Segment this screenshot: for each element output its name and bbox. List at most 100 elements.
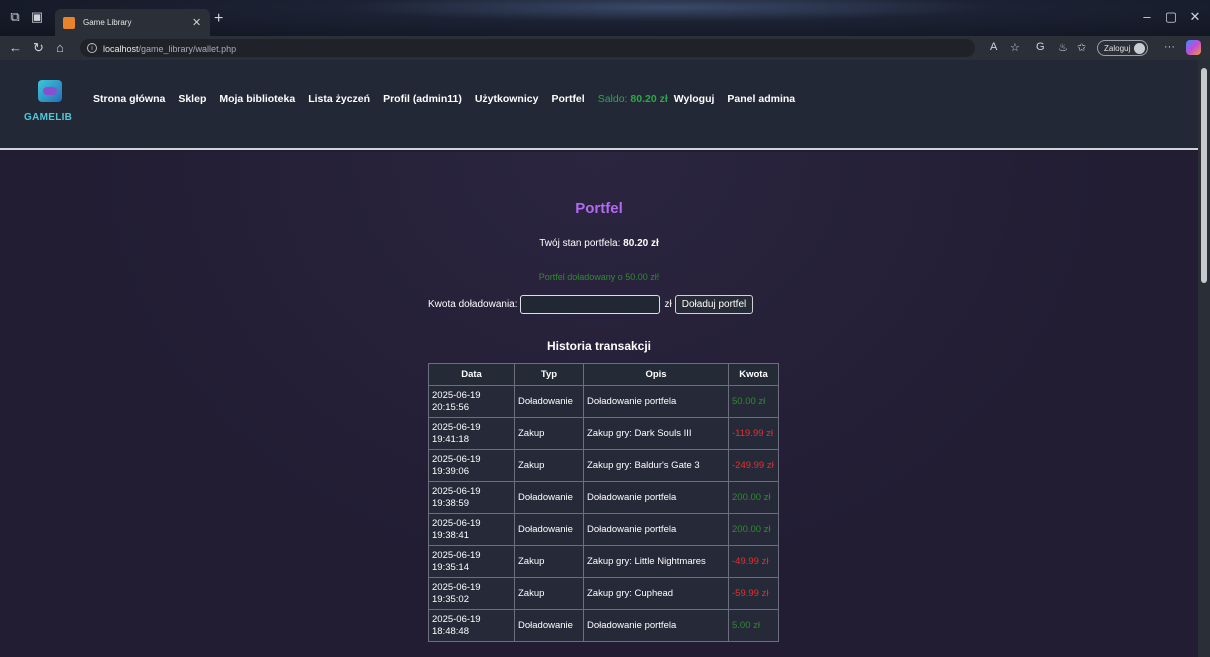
cell-type: Doładowanie [514, 385, 584, 418]
time: 19:35:14 [432, 561, 469, 573]
cell-desc: Doładowanie portfela [583, 481, 729, 514]
copilot-icon[interactable] [1186, 40, 1201, 55]
date: 2025-06-19 [432, 581, 481, 593]
saldo-value: 80.20 zł [630, 93, 668, 105]
cell-amount: 5.00 zł [728, 609, 779, 642]
nav-users[interactable]: Użytkownicy [475, 93, 539, 105]
main-nav: Strona główna Sklep Moja biblioteka List… [93, 93, 808, 105]
table-row: 2025-06-19 19:41:18 Zakup Zakup gry: Dark… [428, 417, 779, 450]
logo-text: GAMELIB [24, 112, 73, 123]
nav-logout[interactable]: Wyloguj [674, 93, 715, 105]
extension-icon[interactable]: G [1036, 41, 1045, 53]
date: 2025-06-19 [432, 549, 481, 561]
workspaces-icon[interactable]: ⧉ [8, 10, 22, 24]
window-close-icon[interactable]: ✕ [1188, 10, 1202, 24]
cell-date: 2025-06-19 19:35:14 [428, 545, 515, 578]
table-row: 2025-06-19 19:39:06 Zakup Zakup gry: Bald… [428, 449, 779, 482]
tab-title: Game Library [83, 18, 132, 27]
currency-label: zł [664, 299, 672, 310]
transactions-table: Data Typ Opis Kwota 2025-06-19 20:15:56 D… [428, 363, 779, 642]
tab-actions-icon[interactable]: ▣ [30, 10, 44, 24]
minimize-icon[interactable]: – [1140, 10, 1154, 24]
nav-profile[interactable]: Profil (admin11) [383, 93, 462, 105]
date: 2025-06-19 [432, 613, 481, 625]
table-header-row: Data Typ Opis Kwota [428, 363, 779, 386]
cell-amount: -119.99 zł [728, 417, 779, 450]
success-message: Portfel doładowany o 50.00 zł! [538, 272, 660, 282]
balance-value: 80.20 zł [623, 238, 659, 249]
more-icon[interactable]: ··· [1164, 41, 1175, 53]
site-header: GAMELIB Strona główna Sklep Moja bibliot… [0, 60, 1198, 150]
cell-type: Doładowanie [514, 481, 584, 514]
nav-admin-panel[interactable]: Panel admina [727, 93, 795, 105]
favorites-icon[interactable]: ✩ [1077, 41, 1086, 54]
cell-desc: Doładowanie portfela [583, 513, 729, 546]
nav-wishlist[interactable]: Lista życzeń [308, 93, 370, 105]
col-date: Data [428, 363, 515, 386]
time: 19:38:41 [432, 529, 469, 541]
date: 2025-06-19 [432, 517, 481, 529]
table-row: 2025-06-19 19:35:14 Zakup Zakup gry: Litt… [428, 545, 779, 578]
topup-button[interactable]: Doładuj portfel [674, 295, 754, 314]
cell-type: Zakup [514, 417, 584, 450]
date: 2025-06-19 [432, 389, 481, 401]
cell-amount: -49.99 zł [728, 545, 779, 578]
cell-date: 2025-06-19 19:35:02 [428, 577, 515, 610]
cell-date: 2025-06-19 19:39:06 [428, 449, 515, 482]
table-row: 2025-06-19 19:38:41 Doładowanie Doładowan… [428, 513, 779, 546]
col-type: Typ [514, 363, 584, 386]
cell-amount: 200.00 zł [728, 481, 779, 514]
url-host: localhost [103, 44, 139, 54]
table-row: 2025-06-19 20:15:56 Doładowanie Doładowan… [428, 385, 779, 418]
table-row: 2025-06-19 19:35:02 Zakup Zakup gry: Cuph… [428, 577, 779, 610]
time: 20:15:56 [432, 401, 469, 413]
reload-icon[interactable]: ↻ [33, 40, 44, 56]
back-icon[interactable]: ← [9, 40, 22, 56]
page-title: Portfel [575, 200, 623, 217]
cell-date: 2025-06-19 18:48:48 [428, 609, 515, 642]
date: 2025-06-19 [432, 485, 481, 497]
profile-button[interactable]: Zaloguj [1097, 40, 1149, 56]
wallet-page: Portfel Twój stan portfela: 80.20 zł Por… [0, 152, 1198, 657]
time: 19:35:02 [432, 593, 469, 605]
address-bar-row: ← ↻ ⌂ i localhost/game_library/wallet.ph… [0, 36, 1210, 60]
profile-label: Zaloguj [1104, 43, 1131, 53]
saldo-label: Saldo: [597, 93, 628, 105]
col-amount: Kwota [728, 363, 779, 386]
info-icon[interactable]: i [87, 43, 97, 53]
cell-amount: 50.00 zł [728, 385, 779, 418]
home-icon[interactable]: ⌂ [56, 40, 64, 56]
cell-type: Zakup [514, 449, 584, 482]
time: 19:39:06 [432, 465, 469, 477]
cell-date: 2025-06-19 19:38:59 [428, 481, 515, 514]
time: 18:48:48 [432, 625, 469, 637]
performance-icon[interactable]: ♨ [1058, 41, 1068, 54]
cell-desc: Zakup gry: Little Nightmares [583, 545, 729, 578]
url-field[interactable]: i localhost/game_library/wallet.php [80, 39, 975, 57]
time: 19:38:59 [432, 497, 469, 509]
favicon-icon [63, 16, 75, 29]
cell-type: Doładowanie [514, 513, 584, 546]
new-tab-icon[interactable]: + [214, 10, 223, 28]
close-icon[interactable]: ✕ [192, 16, 210, 29]
read-aloud-icon[interactable]: A [990, 41, 997, 53]
favorite-star-icon[interactable]: ☆ [1010, 41, 1020, 54]
table-row: 2025-06-19 18:48:48 Doładowanie Doładowan… [428, 609, 779, 642]
nav-library[interactable]: Moja biblioteka [219, 93, 295, 105]
cell-desc: Doładowanie portfela [583, 385, 729, 418]
logo[interactable]: GAMELIB [24, 78, 72, 128]
tab-game-library[interactable]: Game Library ✕ [55, 9, 210, 36]
cell-date: 2025-06-19 19:41:18 [428, 417, 515, 450]
topup-amount-input[interactable] [519, 295, 660, 314]
nav-wallet[interactable]: Portfel [551, 93, 584, 105]
scrollbar-thumb[interactable] [1201, 68, 1207, 283]
cell-desc: Zakup gry: Cuphead [583, 577, 729, 610]
cell-type: Zakup [514, 577, 584, 610]
maximize-icon[interactable]: ▢ [1164, 10, 1178, 24]
table-row: 2025-06-19 19:38:59 Doładowanie Doładowan… [428, 481, 779, 514]
date: 2025-06-19 [432, 421, 481, 433]
cell-desc: Doładowanie portfela [583, 609, 729, 642]
nav-home[interactable]: Strona główna [93, 93, 165, 105]
nav-shop[interactable]: Sklep [178, 93, 206, 105]
cell-type: Zakup [514, 545, 584, 578]
